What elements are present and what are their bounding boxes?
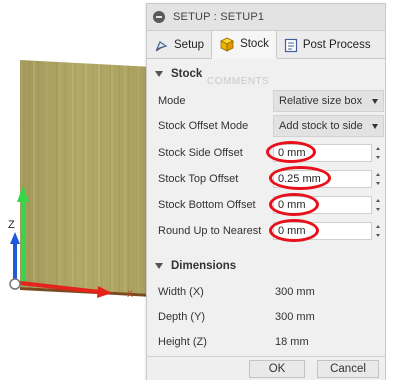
highlight-ring-top-offset	[269, 166, 331, 190]
stock-offset-mode-value: Add stock to side	[279, 120, 363, 132]
stock-offset-mode-row: Stock Offset Mode Add stock to side	[147, 115, 387, 137]
round-up-row: Round Up to Nearest 0 mm	[147, 220, 387, 242]
mode-row: Mode Relative size box	[147, 90, 387, 112]
width-row: Width (X) 300 mm	[147, 281, 387, 303]
bottom-offset-row: Stock Bottom Offset 0 mm	[147, 194, 387, 216]
origin-marker	[9, 278, 21, 290]
depth-value: 300 mm	[275, 311, 315, 323]
collapse-triangle-icon	[155, 263, 163, 269]
cancel-button[interactable]: Cancel	[317, 360, 379, 378]
dialog-title: SETUP : SETUP1	[173, 11, 265, 23]
height-label: Height (Z)	[158, 336, 207, 348]
dimensions-section-header[interactable]: Dimensions	[147, 254, 387, 278]
tab-post-process-label: Post Process	[302, 39, 371, 51]
top-offset-label: Stock Top Offset	[158, 173, 239, 185]
mode-value: Relative size box	[279, 95, 363, 107]
mode-dropdown[interactable]: Relative size box	[273, 90, 384, 112]
z-axis-label: Z	[8, 219, 15, 231]
top-offset-spinner[interactable]	[373, 170, 383, 188]
x-axis-arrow	[97, 286, 112, 298]
depth-label: Depth (Y)	[158, 311, 206, 323]
x-axis	[19, 281, 101, 294]
height-row: Height (Z) 18 mm	[147, 331, 387, 353]
width-value: 300 mm	[275, 286, 315, 298]
tab-stock-label: Stock	[240, 38, 269, 50]
bottom-offset-label: Stock Bottom Offset	[158, 199, 256, 211]
highlight-ring-bottom-offset	[269, 193, 319, 216]
top-offset-row: Stock Top Offset 0.25 mm	[147, 168, 387, 190]
collapse-icon[interactable]	[153, 11, 165, 23]
viewport[interactable]: Z X	[0, 0, 170, 380]
tab-bar: Setup Stock Post Process	[147, 31, 385, 59]
x-axis-label: X	[127, 289, 133, 299]
axis-triad: Z X	[8, 186, 133, 299]
setup-dialog: SETUP : SETUP1 Setup Stock Post Process …	[146, 3, 386, 380]
dimensions-section-title: Dimensions	[171, 260, 237, 272]
dialog-title-bar[interactable]: SETUP : SETUP1	[147, 4, 385, 31]
stock-cube-icon	[219, 36, 235, 52]
highlight-ring-round-up	[269, 219, 319, 242]
width-label: Width (X)	[158, 286, 204, 298]
post-process-icon	[284, 38, 298, 53]
depth-row: Depth (Y) 300 mm	[147, 306, 387, 328]
collapse-triangle-icon	[155, 71, 163, 77]
round-up-label: Round Up to Nearest	[158, 225, 262, 237]
z-axis-arrow	[10, 232, 20, 244]
stock-offset-mode-dropdown[interactable]: Add stock to side	[273, 115, 384, 137]
tab-setup[interactable]: Setup	[147, 31, 213, 59]
tab-setup-label: Setup	[174, 39, 205, 51]
comments-ghost-text: COMMENTS	[207, 76, 270, 87]
tab-post-process[interactable]: Post Process	[277, 31, 378, 59]
y-axis-arrow	[17, 186, 29, 202]
highlight-ring-side-offset	[266, 141, 316, 163]
dropdown-arrow-icon	[372, 99, 378, 104]
stock-offset-mode-label: Stock Offset Mode	[158, 120, 249, 132]
tab-stock[interactable]: Stock	[212, 31, 277, 59]
dialog-footer: OK Cancel	[147, 356, 385, 380]
stock-section-title: Stock	[171, 68, 203, 80]
side-offset-spinner[interactable]	[373, 144, 383, 162]
mode-label: Mode	[158, 95, 186, 107]
side-offset-label: Stock Side Offset	[158, 147, 243, 159]
ok-button[interactable]: OK	[249, 360, 305, 378]
dropdown-arrow-icon	[372, 124, 378, 129]
bottom-offset-spinner[interactable]	[373, 196, 383, 214]
setup-icon	[154, 38, 169, 53]
round-up-spinner[interactable]	[373, 222, 383, 240]
height-value: 18 mm	[275, 336, 309, 348]
